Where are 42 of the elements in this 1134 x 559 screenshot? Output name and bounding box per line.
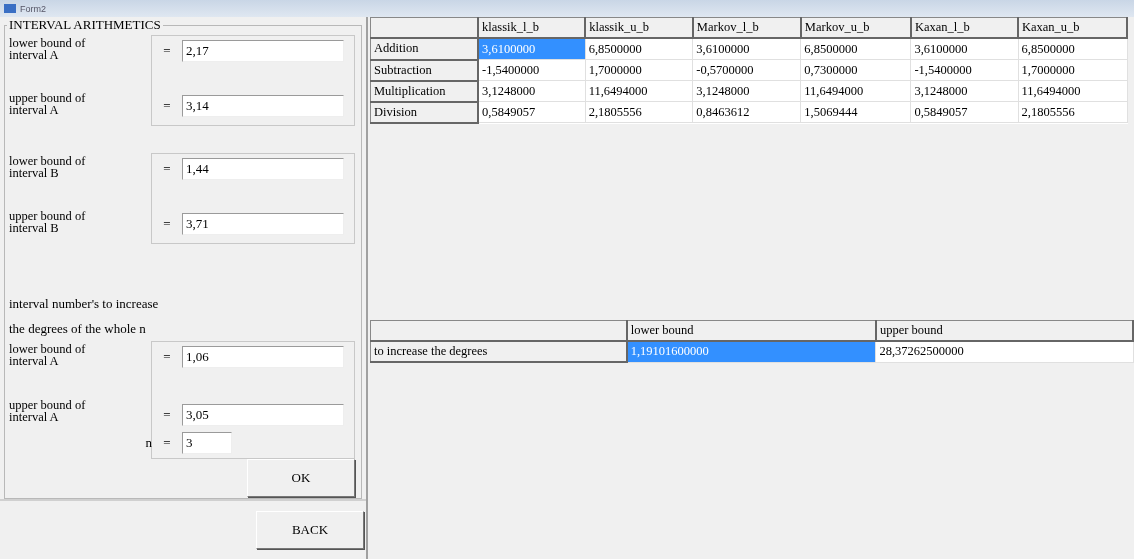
note-text: the degrees of the whole n — [9, 320, 147, 338]
input-field[interactable]: 3,05 — [182, 404, 344, 426]
column-header[interactable]: Kaxan_u_b — [1018, 17, 1127, 38]
row-header[interactable]: to increase the degrees — [370, 340, 627, 362]
note-text: interval number's to increase — [9, 295, 160, 313]
column-header[interactable]: klassik_u_b — [585, 17, 693, 38]
input-field[interactable]: 2,17 — [182, 40, 344, 62]
equals-sign: = — [162, 407, 172, 423]
ok-button[interactable]: OK — [247, 459, 355, 497]
group-title: INTERVAL ARITHMETICS — [8, 17, 162, 33]
equals-sign: = — [162, 435, 172, 451]
window-title: Form2 — [20, 3, 46, 14]
column-header[interactable]: lower bound — [626, 320, 876, 341]
field-label: lower bound of interval A — [9, 37, 87, 61]
field-label: lower bound of interval A — [9, 343, 87, 367]
row-header[interactable]: Multiplication — [370, 80, 479, 102]
app-icon — [4, 3, 16, 14]
input-field[interactable]: 3,71 — [182, 213, 344, 235]
field-label: upper bound of interval A — [9, 399, 87, 423]
equals-sign: = — [162, 216, 172, 232]
field-label: upper bound of interval A — [9, 92, 87, 116]
input-field[interactable]: 3 — [182, 432, 232, 454]
column-header[interactable]: Markov_l_b — [692, 17, 801, 38]
field-label: upper bound of interval B — [9, 210, 87, 234]
input-field[interactable]: 1,06 — [182, 346, 344, 368]
input-field[interactable]: 1,44 — [182, 158, 344, 180]
column-header[interactable]: Kaxan_l_b — [910, 17, 1018, 38]
field-label: n — [144, 435, 152, 451]
input-field[interactable]: 3,14 — [182, 95, 344, 117]
equals-sign: = — [162, 43, 172, 59]
column-header[interactable]: upper bound — [875, 320, 1133, 341]
back-button[interactable]: BACK — [256, 511, 364, 549]
table-cell[interactable]: 28,37262500000 — [875, 340, 1133, 362]
equals-sign: = — [162, 98, 172, 114]
equals-sign: = — [162, 161, 172, 177]
equals-sign: = — [162, 349, 172, 365]
row-header[interactable]: Subtraction — [370, 59, 479, 81]
row-header[interactable]: Addition — [370, 38, 479, 60]
field-label: lower bound of interval B — [9, 155, 87, 179]
column-header[interactable]: Markov_u_b — [800, 17, 911, 38]
row-header[interactable]: Division — [370, 101, 479, 123]
column-header[interactable]: klassik_l_b — [478, 17, 586, 38]
